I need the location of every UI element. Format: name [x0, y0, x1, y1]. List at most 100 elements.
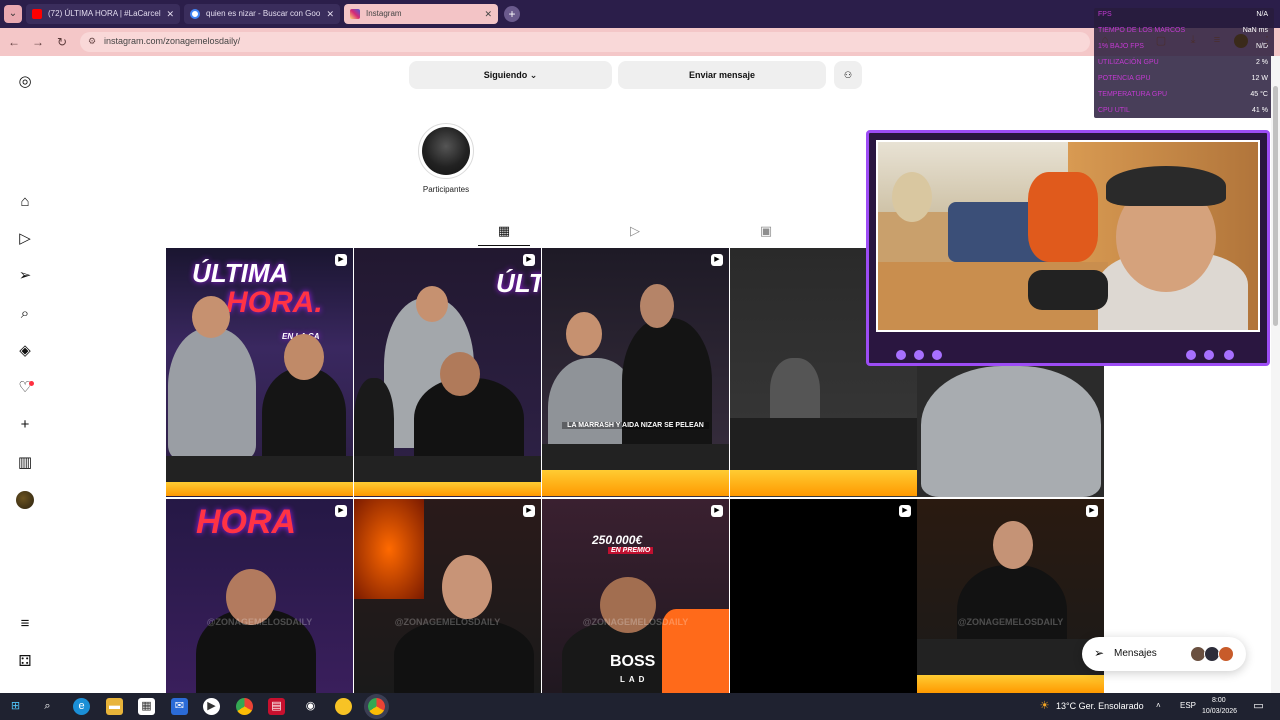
- person: [262, 368, 346, 468]
- language-indicator[interactable]: ESP: [1180, 701, 1196, 710]
- new-tab-button[interactable]: +: [504, 6, 520, 22]
- post-caption: 250.000€: [592, 533, 643, 547]
- extensions-icon[interactable]: ⌂: [1098, 34, 1112, 48]
- mail-icon[interactable]: ✉: [171, 698, 188, 715]
- highlight-label: Participantes: [422, 185, 470, 194]
- reload-icon[interactable]: ↻: [54, 34, 70, 50]
- profile-avatar[interactable]: [1234, 34, 1248, 48]
- table-glow: [542, 470, 729, 496]
- grid-post[interactable]: LA MARRASH Y AIDA NIZAR SE PELEAN ▶: [542, 248, 729, 497]
- reel-icon: ▶: [711, 254, 723, 266]
- back-icon[interactable]: ←: [6, 34, 22, 50]
- highlight-image[interactable]: [422, 127, 470, 175]
- close-icon[interactable]: ✕: [166, 4, 174, 24]
- table-glow: [917, 675, 1104, 693]
- tab-search-button[interactable]: ⌄: [4, 5, 22, 23]
- posts-grid-icon[interactable]: ▦: [496, 223, 512, 239]
- post-watermark: @ZONAGEMELOSDAILY: [394, 617, 501, 627]
- grid-post[interactable]: ▶: [730, 499, 917, 693]
- send-message-label: Enviar mensaje: [688, 70, 756, 80]
- store-icon[interactable]: ▦: [138, 698, 155, 715]
- menu-icon[interactable]: ≡: [16, 615, 34, 633]
- grid-post[interactable]: HORA @ZONAGEMELOSDAILY ▶: [166, 499, 353, 693]
- post-caption: EN PREMIO: [608, 547, 654, 554]
- split-icon[interactable]: ▢: [1154, 34, 1168, 48]
- steam-icon[interactable]: ◉: [302, 698, 319, 715]
- grid-post[interactable]: @ZONAGEMELOSDAILY ▶: [354, 499, 541, 693]
- close-icon[interactable]: ✕: [326, 4, 334, 24]
- grid-post[interactable]: ÚLTIMA HORA. EN LA CA ▶: [166, 248, 353, 497]
- more-icon[interactable]: ⋮: [1260, 34, 1274, 48]
- clock-time[interactable]: 8:00: [1212, 697, 1226, 704]
- messages-button[interactable]: ➢ Mensajes: [1082, 637, 1246, 671]
- profile-avatar[interactable]: [16, 491, 34, 509]
- edge-icon[interactable]: e: [73, 698, 90, 715]
- tagged-tab-icon[interactable]: ▣: [758, 223, 774, 239]
- perf-value: N/A: [1256, 11, 1268, 18]
- suggested-accounts-icon[interactable]: ⚇: [834, 61, 862, 89]
- instagram-logo-icon[interactable]: ◎: [16, 73, 34, 91]
- grid-post[interactable]: @ZONAGEMELOSDAILY ▶: [917, 499, 1104, 693]
- reels-icon[interactable]: ▷: [16, 230, 34, 248]
- scrollbar-thumb[interactable]: [1273, 86, 1278, 326]
- table-glow: [166, 482, 353, 496]
- reel-icon: ▶: [1086, 505, 1098, 517]
- url-input[interactable]: ⚙ instagram.com/zonagemelosdaily/: [80, 32, 1090, 52]
- messages-label: Mensajes: [1114, 648, 1157, 659]
- site-info-icon[interactable]: ⚙: [88, 36, 100, 48]
- download-icon[interactable]: ⤓: [1186, 34, 1200, 48]
- table: [917, 639, 1104, 679]
- table: [730, 418, 917, 472]
- create-plus-icon[interactable]: +: [16, 416, 34, 434]
- microphone: [1028, 270, 1108, 310]
- perf-label: TIEMPO DE LOS MARCOS: [1098, 27, 1186, 34]
- webcam-video: [876, 140, 1260, 332]
- following-button[interactable]: Siguiendo ⌄: [409, 61, 612, 89]
- dashboard-icon[interactable]: ▥: [16, 454, 34, 472]
- also-from-meta-icon[interactable]: ⚃: [16, 653, 34, 671]
- forward-icon[interactable]: →: [30, 34, 46, 50]
- search-icon[interactable]: ⌕: [16, 305, 34, 323]
- reels-tab-icon[interactable]: ▷: [627, 223, 643, 239]
- calendar-icon[interactable]: ▤: [268, 698, 285, 715]
- browser-toolbar: ⌂ ▢ ⤓ ≡ ⋮: [1094, 34, 1280, 52]
- grid-post[interactable]: ÚLTIMA ▶: [354, 248, 541, 497]
- post-banner-text: ÚLTIMA: [496, 268, 541, 298]
- perf-label: FPS: [1098, 11, 1112, 18]
- chevron-up-icon[interactable]: ˄: [1156, 701, 1161, 710]
- explore-icon[interactable]: ◈: [16, 342, 34, 360]
- reel-icon: ▶: [335, 254, 347, 266]
- notifications-icon[interactable]: ▭: [1250, 698, 1267, 715]
- search-icon[interactable]: ⌕: [39, 698, 56, 715]
- avatar: [1218, 646, 1234, 662]
- send-message-button[interactable]: Enviar mensaje: [618, 61, 826, 89]
- home-icon[interactable]: ⌂: [16, 193, 34, 211]
- person-head: [284, 334, 324, 380]
- tab-instagram[interactable]: Instagram ✕: [344, 4, 498, 24]
- scrollbar[interactable]: [1271, 56, 1280, 693]
- tab-google[interactable]: quien es nizar - Buscar con Goo ✕: [184, 4, 340, 24]
- person-head: [416, 286, 448, 322]
- close-icon[interactable]: ✕: [484, 4, 492, 24]
- grid-post[interactable]: 250.000€ EN PREMIO BOSS LAD @ZONAGEMELOS…: [542, 499, 729, 693]
- post-caption: BOSS: [610, 653, 656, 670]
- file-explorer-icon[interactable]: ▬: [106, 698, 123, 715]
- person-head: [993, 521, 1033, 569]
- grid-post[interactable]: [917, 366, 1104, 497]
- post-watermark: @ZONAGEMELOSDAILY: [957, 617, 1064, 627]
- collections-icon[interactable]: ≡: [1210, 34, 1224, 48]
- weather-icon[interactable]: ☀: [1036, 698, 1053, 715]
- direct-send-icon[interactable]: ➢: [16, 267, 34, 285]
- flames: [354, 499, 424, 599]
- chrome-icon[interactable]: [236, 698, 253, 715]
- windows-start-icon[interactable]: ⊞: [7, 698, 24, 715]
- app-icon[interactable]: [335, 698, 352, 715]
- person-head: [640, 284, 674, 328]
- streamer-cap: [1106, 166, 1226, 206]
- chrome-active-icon[interactable]: [368, 698, 385, 715]
- media-player-icon[interactable]: ▶: [203, 698, 220, 715]
- tab-youtube[interactable]: (72) ÚLTIMA HORA | #LaCarcel ✕: [26, 4, 180, 24]
- clock-date[interactable]: 10/03/2026: [1202, 708, 1237, 715]
- weather-text[interactable]: 13°C Ger. Ensolarado: [1056, 701, 1144, 711]
- perf-label: TEMPERATURA GPU: [1098, 91, 1168, 98]
